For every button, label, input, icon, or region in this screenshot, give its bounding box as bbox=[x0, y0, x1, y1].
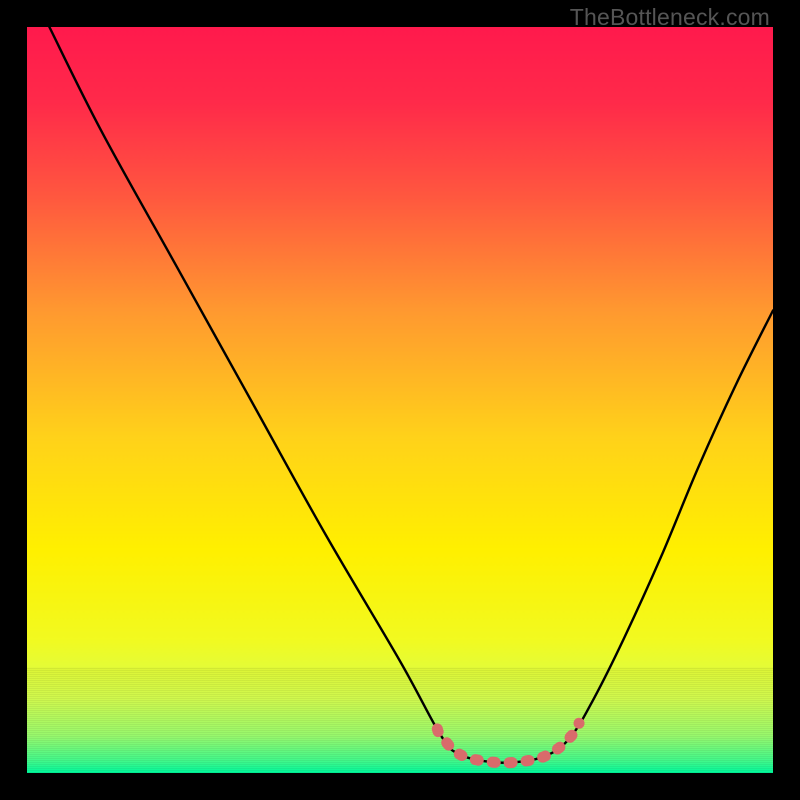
plot-area bbox=[27, 27, 773, 773]
curve-layer bbox=[27, 27, 773, 773]
optimal-range-highlight bbox=[437, 723, 579, 763]
bottleneck-curve bbox=[49, 27, 773, 763]
watermark-text: TheBottleneck.com bbox=[570, 4, 770, 31]
